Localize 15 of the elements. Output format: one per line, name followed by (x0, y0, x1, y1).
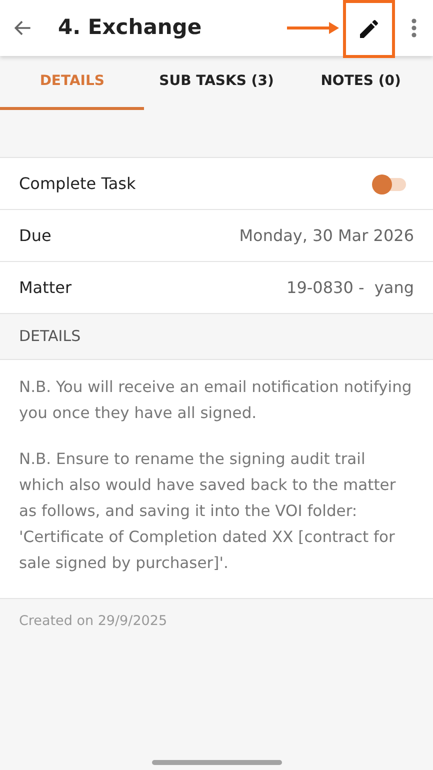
field-label: Complete Task (19, 172, 136, 194)
field-value: Monday, 30 Mar 2026 (239, 224, 414, 246)
field-label: Matter (19, 276, 72, 298)
screen-title: 4. Exchange (58, 14, 203, 42)
more-icon[interactable] (411, 18, 417, 38)
tab[interactable]: SUB TASKS (3) (144, 56, 289, 110)
field-label: Due (19, 224, 52, 246)
created-date: Created on 29/9/2025 (19, 613, 168, 629)
details-paragraph: N.B. You will receive an email notification notifying you once they have all signed. (19, 377, 413, 424)
pencil-icon[interactable] (357, 17, 381, 41)
field-value: 19-0830 - yang (286, 276, 414, 298)
tab[interactable]: NOTES (0) (288, 56, 433, 110)
edit-button[interactable] (343, 0, 395, 58)
arrow-annotation (287, 22, 339, 34)
details-paragraph: N.B. Ensure to rename the signing audit trail which also would have saved back to the matter as follows, and saving it into the VOI folder: 'Certificate of Completion dated XX [contract for sale signed by purchaser]'. (19, 449, 397, 574)
